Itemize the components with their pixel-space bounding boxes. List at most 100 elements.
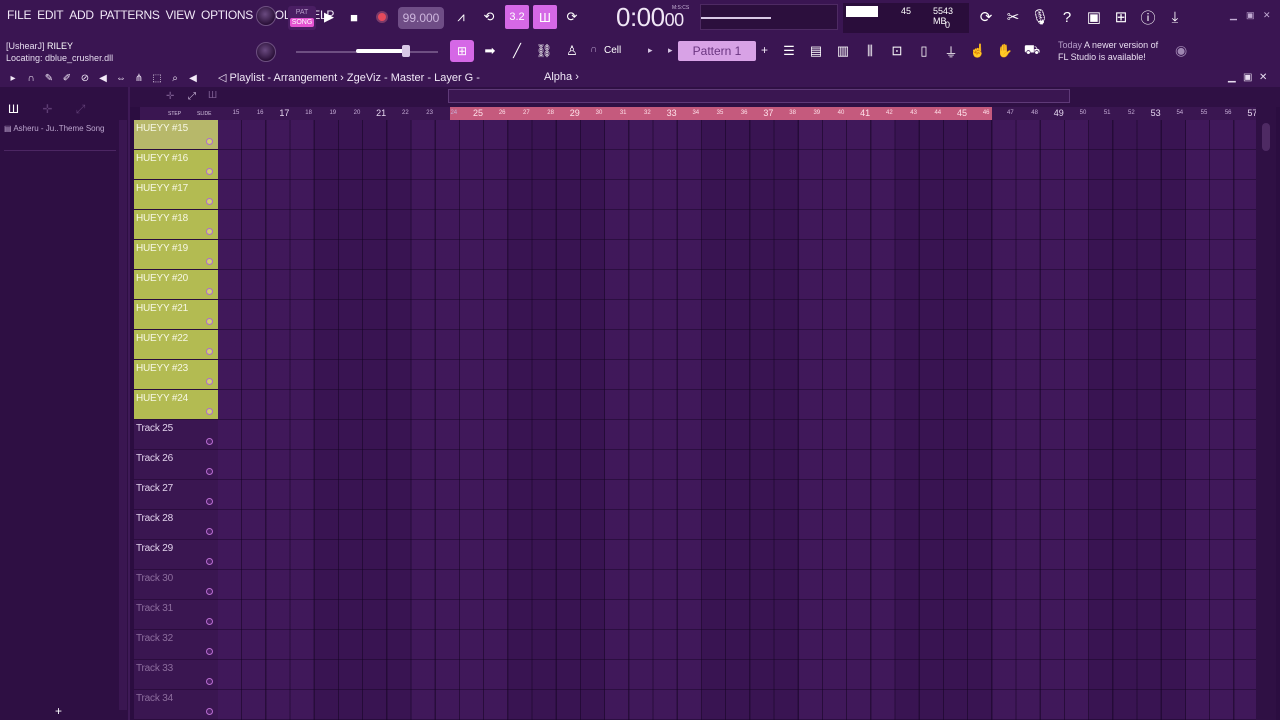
- scrollbar-thumb[interactable]: [1262, 123, 1270, 151]
- overview-move-icon[interactable]: ✛: [166, 91, 174, 102]
- track-header[interactable]: Track 25: [134, 420, 218, 450]
- track-header[interactable]: Track 32: [134, 630, 218, 660]
- track-mute-icon[interactable]: [206, 678, 213, 685]
- metronome-icon[interactable]: ⩘: [450, 6, 472, 28]
- snap-arrow-icon[interactable]: ▸: [648, 45, 653, 56]
- track-mute-icon[interactable]: [206, 558, 213, 565]
- track-header[interactable]: HUEYY #16: [134, 150, 218, 180]
- track-mute-icon[interactable]: [206, 228, 213, 235]
- track-mute-icon[interactable]: [206, 168, 213, 175]
- news-panel[interactable]: Today A newer version of FL Studio is av…: [1058, 39, 1158, 63]
- master-pitch-knob[interactable]: [256, 42, 276, 62]
- track-header[interactable]: Track 26: [134, 450, 218, 480]
- track-mute-icon[interactable]: [206, 648, 213, 655]
- track-header[interactable]: HUEYY #15: [134, 120, 218, 150]
- track-mute-icon[interactable]: [206, 318, 213, 325]
- link-icon[interactable]: ⛓: [533, 40, 555, 62]
- multilink-icon[interactable]: ♙: [561, 40, 583, 62]
- select-tool-icon[interactable]: ⬚: [150, 71, 164, 85]
- pat-song-toggle[interactable]: PAT SONG: [288, 6, 316, 30]
- playlist-scrollbar[interactable]: [1256, 107, 1276, 720]
- track-header[interactable]: Track 33: [134, 660, 218, 690]
- pattern-prev-icon[interactable]: ▸: [668, 45, 673, 56]
- mute-tool-icon[interactable]: ◀: [96, 71, 110, 85]
- countdown-button[interactable]: 3.2: [505, 5, 529, 29]
- playlist-grid[interactable]: [218, 120, 1258, 720]
- timeline-ruler[interactable]: 17 21 25 29 33 37 41 45 49 53 57 15 16 18 19 20 22 23 24 26…: [218, 107, 1258, 120]
- track-header[interactable]: Track 28: [134, 510, 218, 540]
- track-mute-icon[interactable]: [206, 378, 213, 385]
- track-mute-icon[interactable]: [206, 438, 213, 445]
- track-header[interactable]: HUEYY #21: [134, 300, 218, 330]
- download-icon[interactable]: ⤓: [1164, 4, 1186, 30]
- track-mute-icon[interactable]: [206, 408, 213, 415]
- channel-rack-icon[interactable]: ▥: [832, 39, 854, 63]
- track-mute-icon[interactable]: [206, 618, 213, 625]
- playlist-menu-icon[interactable]: ▸: [6, 71, 20, 85]
- playlist-alpha[interactable]: Alpha ›: [544, 71, 579, 83]
- track-mute-icon[interactable]: [206, 138, 213, 145]
- playlist-icon[interactable]: ☰: [778, 39, 800, 63]
- track-mute-icon[interactable]: [206, 588, 213, 595]
- browser-item[interactable]: ▤ Asheru - Ju..Theme Song: [4, 124, 116, 136]
- browser-icon[interactable]: ▯: [913, 39, 935, 63]
- render-icon[interactable]: ⊞: [1110, 4, 1132, 30]
- track-mute-icon[interactable]: [206, 198, 213, 205]
- menu-patterns[interactable]: PATTERNS: [97, 8, 163, 26]
- track-header[interactable]: Track 29: [134, 540, 218, 570]
- playlist-close-icon[interactable]: ✕: [1259, 72, 1267, 83]
- loop-record-icon[interactable]: ⟳: [561, 6, 583, 28]
- brush-tool-icon[interactable]: ✐: [60, 71, 74, 85]
- browser-scrollbar[interactable]: [119, 120, 127, 710]
- delete-tool-icon[interactable]: ⊘: [78, 71, 92, 85]
- browser-auto-icon[interactable]: ⤢: [76, 102, 86, 116]
- track-header[interactable]: HUEYY #17: [134, 180, 218, 210]
- magnet-tool-icon[interactable]: ∩: [24, 71, 38, 85]
- play-button[interactable]: ▶: [318, 6, 340, 28]
- playback-tool-icon[interactable]: ◀: [186, 71, 200, 85]
- hand-icon[interactable]: ✋: [994, 39, 1016, 63]
- save-icon[interactable]: ▣: [1083, 4, 1105, 30]
- menu-file[interactable]: FILE: [4, 8, 34, 26]
- track-mute-icon[interactable]: [206, 708, 213, 715]
- overview-draw-icon[interactable]: ⤢: [188, 91, 196, 102]
- pattern-selector[interactable]: Pattern 1: [678, 41, 756, 61]
- track-header[interactable]: HUEYY #18: [134, 210, 218, 240]
- track-mute-icon[interactable]: [206, 528, 213, 535]
- time-format[interactable]: M:S:CS: [672, 5, 689, 11]
- track-header[interactable]: HUEYY #23: [134, 360, 218, 390]
- track-header[interactable]: HUEYY #20: [134, 270, 218, 300]
- overview-piano-icon[interactable]: Ш: [208, 90, 217, 101]
- pencil-tool-icon[interactable]: ✎: [42, 71, 56, 85]
- track-mute-icon[interactable]: [206, 498, 213, 505]
- typing-keyboard-button[interactable]: ⊞: [450, 40, 474, 62]
- microphone-icon[interactable]: 🎙: [1029, 4, 1051, 30]
- playlist-minimize-icon[interactable]: ▁: [1228, 72, 1236, 83]
- playlist-breadcrumb[interactable]: ◁ Playlist - Arrangement › ZgeViz - Mast…: [218, 71, 480, 84]
- menu-edit[interactable]: EDIT: [34, 8, 66, 26]
- track-header[interactable]: HUEYY #19: [134, 240, 218, 270]
- info-icon[interactable]: ⓘ: [1137, 4, 1159, 30]
- timeline-overview[interactable]: [448, 89, 1070, 103]
- track-header[interactable]: Track 30: [134, 570, 218, 600]
- mixer-icon[interactable]: ⫼: [859, 39, 881, 63]
- cart-icon[interactable]: ⛟: [1021, 39, 1043, 63]
- menu-options[interactable]: OPTIONS: [198, 8, 256, 26]
- track-header[interactable]: Track 31: [134, 600, 218, 630]
- add-pattern-icon[interactable]: +: [761, 43, 768, 57]
- tempo-display[interactable]: 99.000: [398, 7, 444, 29]
- zoom-tool-icon[interactable]: ⌕: [168, 71, 182, 85]
- step-edit-button[interactable]: Ш: [533, 5, 557, 29]
- browser-piano-icon[interactable]: Ш: [8, 102, 19, 116]
- piano-roll-icon[interactable]: ▤: [805, 39, 827, 63]
- restore-icon[interactable]: ▣: [1246, 10, 1255, 21]
- plugin-icon[interactable]: ⊡: [886, 39, 908, 63]
- slice-tool-icon[interactable]: ⋔: [132, 71, 146, 85]
- track-mute-icon[interactable]: [206, 348, 213, 355]
- draw-icon[interactable]: ╱: [506, 40, 528, 62]
- refresh-icon[interactable]: ⟳: [975, 4, 997, 30]
- slip-tool-icon[interactable]: ⇔: [114, 71, 128, 85]
- master-volume-knob[interactable]: [256, 6, 276, 26]
- record-button[interactable]: [371, 6, 393, 28]
- wait-input-icon[interactable]: ⟲: [478, 6, 500, 28]
